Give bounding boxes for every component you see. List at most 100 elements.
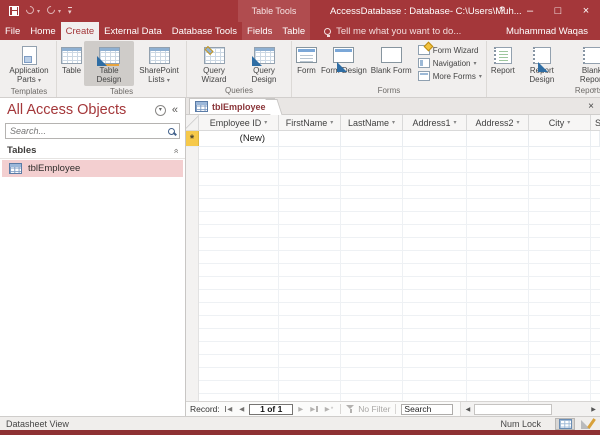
tab-external-data[interactable]: External Data — [99, 22, 167, 40]
collapse-group-icon[interactable]: » — [173, 146, 178, 156]
form-design-button[interactable]: Form Design — [319, 41, 369, 85]
cell-employee-id-new[interactable]: (New) — [199, 131, 279, 146]
more-forms-button[interactable]: More Forms▾ — [418, 71, 482, 81]
empty-grid-area[interactable] — [186, 147, 600, 401]
nav-group-tables[interactable]: Tables » — [0, 141, 185, 159]
column-dropdown-icon: ▾ — [517, 119, 520, 126]
nav-item-tblemployee[interactable]: tblEmployee — [2, 160, 183, 177]
maximize-button[interactable]: □ — [544, 0, 572, 22]
minimize-button[interactable]: – — [516, 0, 544, 22]
report-button[interactable]: Report — [489, 41, 517, 85]
chevron-down-icon: ▾ — [167, 78, 170, 84]
blank-form-button[interactable]: Blank Form — [369, 41, 414, 85]
column-dropdown-icon: ▾ — [392, 119, 395, 126]
new-record-selector[interactable]: * — [186, 131, 199, 146]
cell[interactable] — [591, 131, 600, 146]
column-header-state[interactable]: St — [591, 115, 600, 130]
help-button[interactable]: ? — [488, 0, 516, 22]
tab-home[interactable]: Home — [25, 22, 60, 40]
cell[interactable] — [341, 131, 403, 146]
document-tab-tblemployee[interactable]: tblEmployee — [189, 98, 275, 114]
user-name[interactable]: Muhammad Waqas — [506, 22, 600, 40]
record-label: Record: — [190, 404, 220, 414]
search-icon[interactable] — [168, 128, 175, 135]
row-selector-strip — [186, 147, 199, 401]
query-design-button[interactable]: Query Design — [239, 41, 289, 85]
tab-create[interactable]: Create — [61, 22, 100, 40]
chevron-down-icon: ▾ — [479, 73, 482, 80]
next-record-button[interactable]: ▶ — [296, 405, 305, 413]
nav-pane-menu-icon[interactable]: ▾ — [155, 105, 166, 116]
record-search-input[interactable] — [401, 404, 453, 415]
report-design-button[interactable]: Report Design — [517, 41, 567, 85]
customize-qat-icon[interactable]: ▾ — [68, 7, 72, 16]
first-record-button[interactable]: ◀ — [223, 405, 235, 413]
cell[interactable] — [467, 131, 529, 146]
design-view-button[interactable] — [577, 418, 597, 430]
window-controls: ? – □ × — [488, 0, 600, 22]
contextual-tools-label: Table Tools — [238, 0, 310, 22]
column-header-address2[interactable]: Address2▾ — [467, 115, 529, 130]
tab-file[interactable]: File — [0, 22, 25, 40]
select-all-corner[interactable] — [186, 115, 199, 130]
tab-fields[interactable]: Fields — [242, 22, 277, 40]
redo-dropdown-icon[interactable]: ▾ — [58, 8, 61, 15]
cell[interactable] — [529, 131, 591, 146]
blank-report-icon — [583, 47, 600, 64]
horizontal-scrollbar[interactable]: ◀ ▶ — [460, 402, 600, 416]
num-lock-indicator: Num Lock — [500, 419, 541, 429]
blank-report-button[interactable]: Blank Report — [567, 41, 600, 85]
redo-icon — [45, 4, 56, 15]
sharepoint-lists-button[interactable]: SharePoint Lists ▾ — [134, 41, 184, 86]
form-button[interactable]: Form — [294, 41, 319, 85]
shutter-bar-close-icon[interactable]: « — [172, 104, 178, 116]
column-header-city[interactable]: City▾ — [529, 115, 591, 130]
datasheet-view-icon — [559, 419, 572, 429]
query-wizard-icon — [204, 47, 225, 64]
nav-search-input[interactable] — [10, 126, 168, 136]
close-button[interactable]: × — [572, 0, 600, 22]
column-header-lastname[interactable]: LastName▾ — [341, 115, 403, 130]
form-wizard-button[interactable]: Form Wizard — [418, 45, 482, 55]
query-wizard-button[interactable]: Query Wizard — [189, 41, 239, 85]
datasheet-view-button[interactable] — [555, 418, 575, 430]
scrollbar-thumb[interactable] — [474, 404, 552, 415]
redo-button[interactable] — [47, 6, 55, 17]
column-header-employee-id[interactable]: Employee ID▾ — [199, 115, 279, 130]
cell[interactable] — [403, 131, 467, 146]
close-document-icon[interactable]: × — [588, 102, 594, 112]
new-record-button[interactable]: ▶* — [323, 405, 336, 413]
tab-database-tools[interactable]: Database Tools — [167, 22, 242, 40]
scroll-right-icon[interactable]: ▶ — [587, 406, 600, 413]
table-button[interactable]: Table — [59, 41, 84, 86]
record-position[interactable]: 1 of 1 — [249, 404, 293, 415]
save-icon[interactable] — [9, 6, 19, 16]
ribbon-group-templates: Application Parts ▾ Templates — [2, 41, 57, 97]
nav-pane-title[interactable]: All Access Objects — [7, 102, 155, 118]
navigation-button[interactable]: Navigation▾ — [418, 58, 482, 68]
ribbon-group-forms: Form Form Design Blank Form Form Wizard … — [292, 41, 487, 97]
nav-search-box[interactable] — [5, 123, 180, 139]
form-wizard-icon — [418, 45, 430, 55]
table-design-button[interactable]: Table Design — [84, 41, 134, 86]
column-header-address1[interactable]: Address1▾ — [403, 115, 467, 130]
tell-me-text: Tell me what you want to do... — [336, 26, 461, 37]
application-parts-button[interactable]: Application Parts ▾ — [4, 41, 54, 86]
group-label-reports: Reports — [489, 85, 600, 97]
undo-button[interactable] — [26, 6, 34, 17]
last-record-button[interactable]: ▶ — [308, 405, 320, 413]
column-header-firstname[interactable]: FirstName▾ — [279, 115, 341, 130]
previous-record-button[interactable]: ◀ — [237, 405, 246, 413]
ribbon-group-reports: Report Report Design Blank Report Report… — [487, 41, 600, 97]
tell-me-box[interactable]: Tell me what you want to do... — [324, 22, 461, 40]
scroll-left-icon[interactable]: ◀ — [461, 406, 474, 413]
group-label-templates: Templates — [4, 86, 54, 98]
ribbon-group-queries: Query Wizard Query Design Queries — [187, 41, 292, 97]
access-window: ▾ ▾ ▾ Table Tools AccessDatabase : Datab… — [0, 0, 600, 435]
cell[interactable] — [279, 131, 341, 146]
tab-table[interactable]: Table — [277, 22, 310, 40]
filter-status[interactable]: No Filter — [346, 404, 390, 414]
collapse-ribbon-icon[interactable]: › — [592, 84, 595, 94]
undo-dropdown-icon[interactable]: ▾ — [37, 8, 40, 15]
view-status-label: Datasheet View — [6, 419, 69, 429]
